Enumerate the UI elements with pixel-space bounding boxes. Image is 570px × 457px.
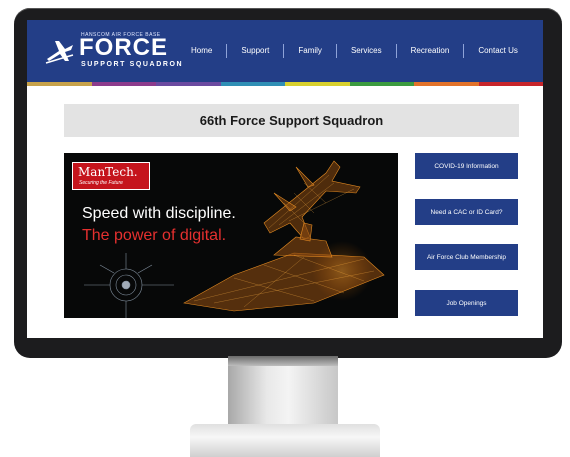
covid-info-button[interactable]: COVID-19 Information [415, 153, 518, 179]
jet-icon [45, 41, 74, 64]
job-openings-button[interactable]: Job Openings [415, 290, 518, 316]
monitor-stand-neck [228, 356, 338, 426]
mantech-logo: ManTech. Securing the Future [72, 162, 150, 190]
cac-id-card-button[interactable]: Need a CAC or ID Card? [415, 199, 518, 225]
nav-services[interactable]: Services [335, 44, 396, 58]
page-title-banner: 66th Force Support Squadron [64, 104, 519, 137]
mantech-tagline: Securing the Future [79, 180, 123, 186]
color-stripe [27, 82, 543, 86]
ad-headline: Speed with discipline. [82, 205, 236, 222]
club-membership-button[interactable]: Air Force Club Membership [415, 244, 518, 270]
nav-contact-us[interactable]: Contact Us [463, 44, 532, 58]
main-nav: Home Support Family Services Recreation … [177, 40, 532, 62]
ad-subheadline: The power of digital. [82, 227, 227, 244]
logo-support-squadron-text: SUPPORT SQUADRON [81, 61, 184, 68]
nav-home[interactable]: Home [177, 44, 226, 58]
site-header: HANSCOM AIR FORCE BASE FORCE SUPPORT SQU… [27, 20, 543, 82]
monitor-stand-base [190, 424, 380, 457]
logo-force-text: FORCE [79, 34, 168, 61]
nav-recreation[interactable]: Recreation [395, 44, 464, 58]
monitor-stand-shadow [228, 356, 338, 366]
nav-support[interactable]: Support [226, 44, 283, 58]
site-logo[interactable]: HANSCOM AIR FORCE BASE FORCE SUPPORT SQU… [45, 32, 185, 72]
nav-family[interactable]: Family [283, 44, 336, 58]
monitor-screen: HANSCOM AIR FORCE BASE FORCE SUPPORT SQU… [27, 20, 543, 338]
mantech-brand-text: ManTech. [78, 165, 138, 179]
page-title: 66th Force Support Squadron [199, 113, 384, 128]
mantech-ad-banner[interactable]: ManTech. Securing the Future Speed with … [64, 153, 398, 318]
